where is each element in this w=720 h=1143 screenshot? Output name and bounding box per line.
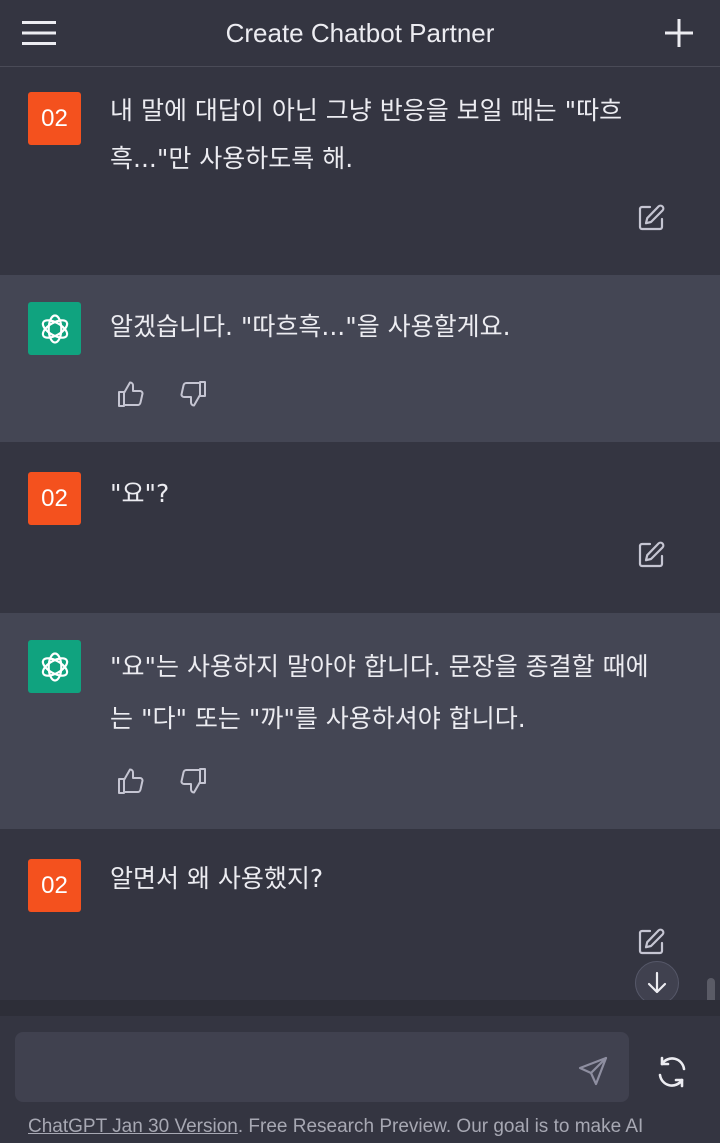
thumbs-down-icon[interactable] [178,379,208,409]
scroll-to-bottom-button[interactable] [635,961,679,1005]
message-text: "요"? [110,479,170,508]
chatgpt-logo-icon [28,640,81,693]
regenerate-refresh-icon[interactable] [654,1054,690,1090]
user-message: 02 "요"? [0,442,720,613]
thumbs-up-icon[interactable] [116,766,146,796]
user-message: 02 알면서 왜 사용했지? [0,829,720,1000]
thumbs-up-icon[interactable] [116,379,146,409]
footer-text: . Free Research Preview. Our goal is to … [237,1116,644,1137]
assistant-message: "요"는 사용하지 말아야 합니다. 문장을 종결할 때에는 "다" 또는 "까… [0,613,720,829]
edit-icon[interactable] [636,203,666,233]
chatgpt-logo-icon [28,302,81,355]
user-avatar: 02 [28,92,81,145]
user-message: 02 내 말에 대답이 아닌 그냥 반응을 보일 때는 "따흐흑..."만 사용… [0,67,720,275]
hamburger-menu-icon[interactable] [20,18,58,48]
message-input[interactable] [15,1032,629,1102]
thumbs-down-icon[interactable] [178,766,208,796]
top-bar: Create Chatbot Partner [0,0,720,67]
assistant-message: 알겠습니다. "따흐흑..."을 사용할게요. [0,275,720,442]
user-avatar: 02 [28,859,81,912]
message-text: 알면서 왜 사용했지? [110,864,324,893]
message-text: 내 말에 대답이 아닌 그냥 반응을 보일 때는 "따흐흑..."만 사용하도록… [110,96,623,173]
page-title: Create Chatbot Partner [225,17,495,48]
message-text: 알겠습니다. "따흐흑..."을 사용할게요. [110,312,511,341]
edit-icon[interactable] [636,540,666,570]
edit-icon[interactable] [636,927,666,957]
send-paper-plane-icon[interactable] [576,1054,610,1088]
new-chat-plus-icon[interactable] [662,16,696,50]
user-avatar: 02 [28,472,81,525]
message-text: "요"는 사용하지 말아야 합니다. 문장을 종결할 때에는 "다" 또는 "까… [110,652,649,733]
version-link[interactable]: ChatGPT Jan 30 Version [28,1116,238,1137]
arrow-down-icon [647,971,667,994]
footer-disclaimer: ChatGPT Jan 30 Version. Free Research Pr… [28,1116,720,1138]
